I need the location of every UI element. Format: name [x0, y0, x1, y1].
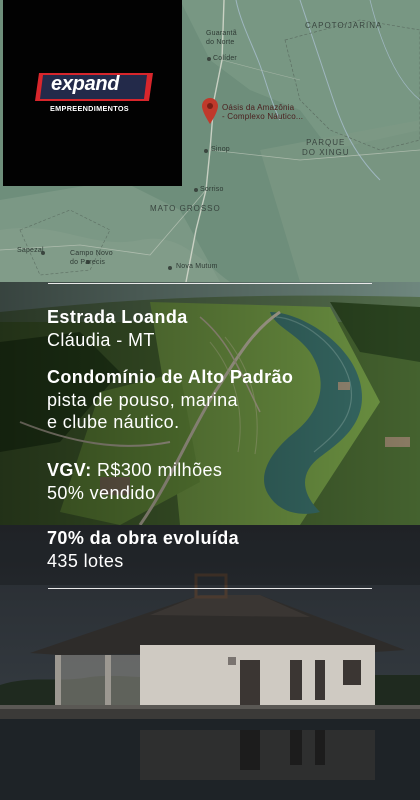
- map-label-mutum: Nova Mutum: [176, 263, 218, 270]
- lots-count: 435 lotes: [47, 551, 124, 571]
- city-name: Cláudia - MT: [47, 330, 155, 350]
- map-dot-colider: [207, 57, 211, 61]
- feature-line-1: pista de pouso, marina: [47, 390, 238, 410]
- project-headline: Condomínio de Alto Padrão: [47, 367, 294, 387]
- map-label-guaranta: Guarantã do Norte: [206, 30, 237, 46]
- map-label-colider: Colíder: [213, 55, 237, 62]
- map-label-state: MATO GROSSO: [150, 204, 221, 213]
- construction-progress: 70% da obra evoluída: [47, 528, 240, 548]
- vgv-value: R$300 milhões: [91, 460, 223, 480]
- map-label-sinop: Sinop: [211, 146, 230, 153]
- project-card: expand EMPREENDIMENTOS CAPOTO/JARINA Gua…: [0, 0, 420, 800]
- location-map[interactable]: expand EMPREENDIMENTOS CAPOTO/JARINA Gua…: [0, 0, 420, 282]
- map-label-parque: PARQUE DO XINGU: [302, 138, 350, 157]
- road-name: Estrada Loanda: [47, 307, 188, 327]
- map-label-sapezal: Sapezal: [17, 247, 44, 254]
- feature-line-2: e clube náutico.: [47, 412, 180, 432]
- map-label-sorriso: Sorriso: [200, 186, 224, 193]
- map-dot-sorriso: [194, 188, 198, 192]
- vgv-label: VGV:: [47, 460, 92, 480]
- brand-logo-box: expand EMPREENDIMENTOS: [3, 0, 182, 186]
- map-dot-sinop: [204, 149, 208, 153]
- map-dot-mutum: [168, 266, 172, 270]
- brand-subtitle: EMPREENDIMENTOS: [50, 104, 129, 113]
- divider-bottom: [48, 588, 372, 589]
- vgv-line: VGV: R$300 milhões: [47, 459, 222, 481]
- map-label-poi[interactable]: Oásis da Amazônia - Complexo Náutico...: [222, 103, 303, 121]
- map-pin-icon[interactable]: [202, 98, 218, 124]
- map-label-campo: Campo Novo do Parecis: [70, 250, 113, 266]
- map-label-capoto: CAPOTO/JARINA: [305, 21, 383, 30]
- sold-percentage: 50% vendido: [47, 483, 156, 503]
- brand-name: expand: [51, 73, 120, 95]
- divider-top: [48, 283, 372, 284]
